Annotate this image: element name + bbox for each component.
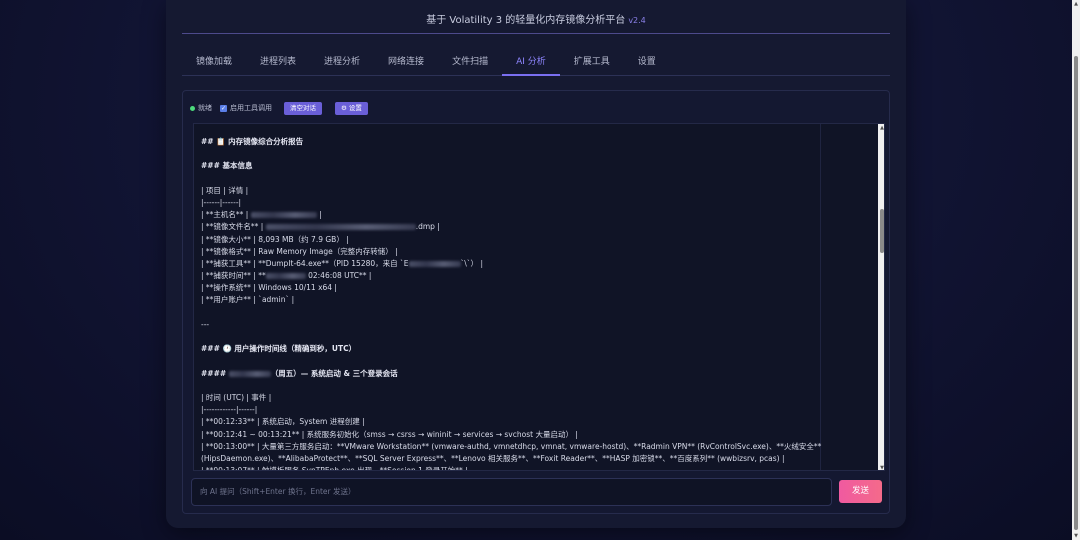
report-line: | **镜像大小** | 8,093 MB（约 7.9 GB） | — [201, 234, 349, 244]
ai-panel: 就绪 ✓ 启用工具调用 清空对话 ⚙ 设置 ## 📋 内存镜像综合分析报告 ###… — [182, 90, 890, 514]
scroll-up-icon[interactable]: ▲ — [878, 124, 884, 132]
tab-process-analysis[interactable]: 进程分析 — [310, 50, 374, 76]
tab-ai-analysis[interactable]: AI 分析 — [502, 50, 560, 76]
page-scrollbar[interactable]: ▲ ▼ — [1072, 0, 1080, 540]
tool-call-label: 启用工具调用 — [230, 104, 272, 112]
send-button[interactable]: 发送 — [839, 480, 882, 503]
tab-network[interactable]: 网络连接 — [374, 50, 438, 76]
tab-image-load[interactable]: 镜像加载 — [182, 50, 246, 76]
report-line: | **用户账户** | `admin` | — [201, 295, 295, 305]
redacted-region — [265, 273, 306, 280]
output-scrollbar[interactable]: ▲ ▼ — [878, 124, 884, 470]
report-line: |------|------| — [201, 197, 242, 207]
report-line: --- — [201, 319, 210, 329]
tab-bar: 镜像加载 进程列表 进程分析 网络连接 文件扫描 AI 分析 扩展工具 设置 — [182, 50, 890, 76]
report-line: | **操作系统** | Windows 10/11 x64 | — [201, 283, 337, 293]
scroll-thumb[interactable] — [880, 209, 884, 253]
report-line: | **镜像格式** | Raw Memory Image（完整内存转储） | — [201, 246, 398, 256]
report-line: | **镜像文件名** | .dmp | — [201, 222, 440, 232]
tab-extensions[interactable]: 扩展工具 — [560, 50, 624, 76]
report-line: |------------|------| — [201, 405, 258, 415]
ai-prompt-input[interactable]: 向 AI 提问（Shift+Enter 换行，Enter 发送） — [191, 478, 832, 506]
report-line: | **捕获工具** | **DumpIt-64.exe**（PID 15280… — [201, 258, 483, 268]
report-line: | **00:13:00** | 大量第三方服务启动：**VMware Work… — [201, 441, 822, 451]
redacted-region — [228, 370, 271, 377]
report-line: ## 📋 内存镜像综合分析报告 — [201, 137, 304, 146]
tab-process-list[interactable]: 进程列表 — [246, 50, 310, 76]
report-line: | **00:12:33** | 系统启动，System 进程创建 | — [201, 417, 365, 427]
page-scroll-thumb[interactable] — [1074, 56, 1078, 530]
ai-settings-button[interactable]: ⚙ 设置 — [335, 101, 368, 115]
redacted-region — [250, 212, 317, 219]
scroll-down-icon[interactable]: ▼ — [878, 464, 884, 470]
version-badge: v2.4 — [628, 16, 646, 25]
app-panel: 基于 Volatility 3 的轻量化内存镜像分析平台 v2.4 镜像加载 进程… — [166, 0, 906, 528]
status-dot-icon — [190, 105, 195, 111]
page-scroll-up-icon[interactable]: ▲ — [1072, 0, 1080, 8]
report-line: ### 基本信息 — [201, 161, 253, 171]
chat-output[interactable]: ## 📋 内存镜像综合分析报告 ### 基本信息 | 项目 | 详情 | |-----… — [193, 123, 885, 471]
report-line: | **主机名** | | — [201, 210, 322, 220]
report-line: ### 🕐 用户操作时间线（精确到秒，UTC） — [201, 344, 357, 354]
ai-toolbar: 就绪 ✓ 启用工具调用 清空对话 ⚙ 设置 — [190, 101, 368, 115]
page-scroll-down-icon[interactable]: ▼ — [1072, 532, 1080, 540]
redacted-region — [265, 224, 416, 231]
report-line: | 时间 (UTC) | 事件 | — [201, 392, 272, 402]
tab-file-scan[interactable]: 文件扫描 — [438, 50, 502, 76]
report-line: | 项目 | 详情 | — [201, 185, 249, 195]
report-text: ## 📋 内存镜像综合分析报告 ### 基本信息 | 项目 | 详情 | |-----… — [201, 136, 822, 471]
report-line: (HipsDaemon.exe)、**AlibabaProtect**、**SQ… — [201, 453, 785, 463]
clear-chat-button[interactable]: 清空对话 — [284, 101, 322, 115]
report-line: | **00:12:41 ~ 00:13:21** | 系统服务初始化（smss… — [201, 429, 578, 439]
tab-settings[interactable]: 设置 — [624, 50, 670, 76]
tool-call-checkbox[interactable]: ✓ — [220, 104, 227, 112]
title-divider — [182, 33, 890, 34]
page-title: 基于 Volatility 3 的轻量化内存镜像分析平台 v2.4 — [166, 11, 906, 26]
status-text: 就绪 — [198, 104, 212, 112]
report-line: | **00:13:07** | 触摸板服务 SynTPEnh.exe 出现，*… — [201, 466, 468, 471]
report-line: #### （周五）— 系统启动 & 三个登录会话 — [201, 368, 398, 378]
title-text: 基于 Volatility 3 的轻量化内存镜像分析平台 — [426, 15, 626, 26]
redacted-region — [408, 260, 461, 267]
report-line: | **捕获时间** | ** 02:46:08 UTC** | — [201, 271, 372, 281]
